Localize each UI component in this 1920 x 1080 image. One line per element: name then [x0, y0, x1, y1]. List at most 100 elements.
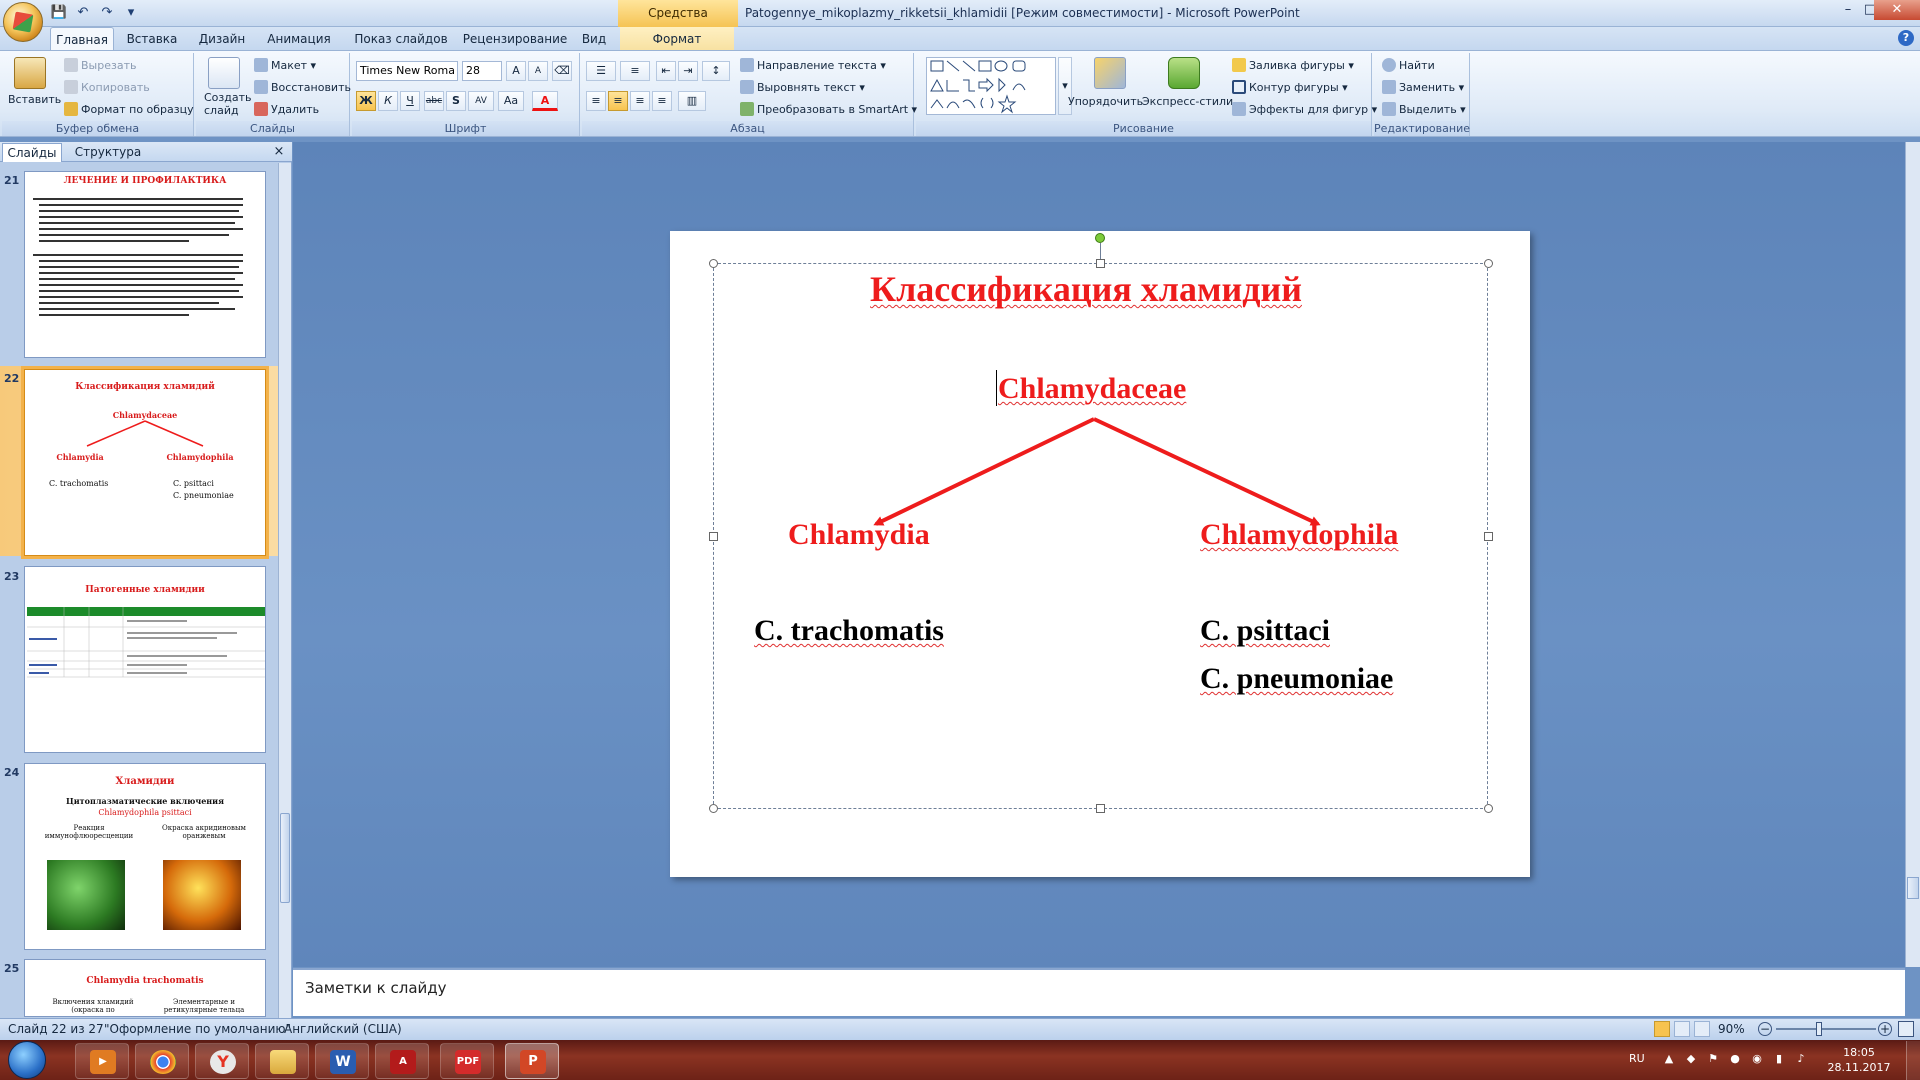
- tray-network-icon[interactable]: ▮: [1772, 1052, 1786, 1066]
- slides-pane-scrollbar[interactable]: [278, 163, 291, 1018]
- shrink-font-button[interactable]: A: [528, 61, 548, 81]
- resize-handle[interactable]: [1484, 259, 1493, 268]
- save-icon[interactable]: 💾: [50, 4, 68, 22]
- replace-button[interactable]: Заменить ▾: [1382, 79, 1464, 97]
- taskbar-chrome[interactable]: [135, 1043, 189, 1079]
- resize-handle[interactable]: [709, 804, 718, 813]
- change-case-button[interactable]: Aa: [498, 91, 524, 111]
- strikethrough-button[interactable]: abc: [424, 91, 444, 111]
- help-icon[interactable]: ?: [1898, 30, 1914, 46]
- align-left-icon[interactable]: ≡: [586, 91, 606, 111]
- tray-security-icon[interactable]: ◉: [1750, 1052, 1764, 1066]
- delete-slide-button[interactable]: Удалить: [254, 101, 319, 119]
- tab-review[interactable]: Рецензирование: [460, 27, 570, 51]
- tab-slideshow[interactable]: Показ слайдов: [346, 27, 456, 51]
- increase-indent-icon[interactable]: ⇥: [678, 61, 698, 81]
- layout-button[interactable]: Макет ▾: [254, 57, 316, 75]
- taskbar-acrobat[interactable]: A: [375, 1043, 429, 1079]
- zoom-in-icon[interactable]: +: [1878, 1022, 1892, 1036]
- taskbar-explorer[interactable]: [255, 1043, 309, 1079]
- resize-handle[interactable]: [1484, 804, 1493, 813]
- resize-handle[interactable]: [1096, 259, 1105, 268]
- reset-button[interactable]: Восстановить: [254, 79, 351, 97]
- tray-update-icon[interactable]: ●: [1728, 1052, 1742, 1066]
- columns-icon[interactable]: ▥: [678, 91, 706, 111]
- font-color-button[interactable]: A: [532, 91, 558, 111]
- tab-outline[interactable]: Структура: [66, 143, 150, 162]
- theme-name[interactable]: "Оформление по умолчанию": [104, 1021, 291, 1037]
- tab-animation[interactable]: Анимация: [258, 27, 340, 51]
- grow-font-button[interactable]: A: [506, 61, 526, 81]
- cut-button[interactable]: Вырезать: [64, 57, 136, 75]
- resize-handle[interactable]: [1096, 804, 1105, 813]
- zoom-level[interactable]: 90%: [1718, 1021, 1745, 1037]
- select-button[interactable]: Выделить ▾: [1382, 101, 1466, 119]
- resize-handle[interactable]: [709, 259, 718, 268]
- tray-volume-icon[interactable]: ♪: [1794, 1052, 1808, 1066]
- customize-qat-icon[interactable]: ▾: [122, 4, 140, 22]
- zoom-out-icon[interactable]: −: [1758, 1022, 1772, 1036]
- arrange-button[interactable]: Упорядочить: [1068, 93, 1143, 111]
- tab-slides[interactable]: Слайды: [2, 143, 62, 162]
- slide-thumbnail-25[interactable]: Chlamydia trachomatis Включения хламидий…: [24, 959, 266, 1017]
- tab-view[interactable]: Вид: [574, 27, 614, 51]
- close-button[interactable]: ✕: [1874, 0, 1920, 20]
- copy-button[interactable]: Копировать: [64, 79, 150, 97]
- taskbar-word[interactable]: W: [315, 1043, 369, 1079]
- slideshow-view-icon[interactable]: [1694, 1021, 1710, 1037]
- convert-smartart-button[interactable]: Преобразовать в SmartArt ▾: [740, 101, 917, 119]
- numbering-icon[interactable]: ≡: [620, 61, 650, 81]
- zoom-slider-thumb[interactable]: [1816, 1022, 1822, 1036]
- italic-button[interactable]: К: [378, 91, 398, 111]
- scroll-thumb[interactable]: [1907, 877, 1919, 899]
- find-button[interactable]: Найти: [1382, 57, 1435, 75]
- paste-button[interactable]: Вставить: [8, 91, 61, 109]
- font-size-combo[interactable]: 28: [462, 61, 502, 81]
- line-spacing-icon[interactable]: ↕: [702, 61, 730, 81]
- shape-effects-button[interactable]: Эффекты для фигур ▾: [1232, 101, 1377, 119]
- align-center-icon[interactable]: ≡: [608, 91, 628, 111]
- redo-icon[interactable]: ↷: [98, 4, 116, 22]
- shape-outline-button[interactable]: Контур фигуры ▾: [1232, 79, 1348, 97]
- slide-thumbnail-23[interactable]: Патогенные хламидии: [24, 566, 266, 753]
- bold-button[interactable]: Ж: [356, 91, 376, 111]
- start-button[interactable]: [8, 1041, 46, 1079]
- format-painter-button[interactable]: Формат по образцу: [64, 101, 194, 119]
- language-indicator[interactable]: Английский (США): [284, 1021, 402, 1037]
- show-desktop-button[interactable]: [1906, 1041, 1920, 1080]
- taskbar-pdf-viewer[interactable]: PDF: [440, 1043, 494, 1079]
- underline-button[interactable]: Ч: [400, 91, 420, 111]
- editor-scrollbar[interactable]: [1905, 142, 1920, 967]
- shapes-gallery[interactable]: [926, 57, 1056, 115]
- font-name-combo[interactable]: Times New Roma: [356, 61, 458, 81]
- system-clock[interactable]: 18:05 28.11.2017: [1820, 1045, 1898, 1075]
- tab-insert[interactable]: Вставка: [120, 27, 184, 51]
- rotate-handle[interactable]: [1095, 233, 1105, 243]
- zoom-slider[interactable]: [1776, 1028, 1876, 1030]
- tray-notification-icon[interactable]: ⚑: [1706, 1052, 1720, 1066]
- notes-pane[interactable]: Заметки к слайду: [293, 968, 1905, 1016]
- align-text-button[interactable]: Выровнять текст ▾: [740, 79, 865, 97]
- clear-format-icon[interactable]: ⌫: [552, 61, 572, 81]
- tray-dropbox-icon[interactable]: ◆: [1684, 1052, 1698, 1066]
- scroll-thumb[interactable]: [280, 813, 290, 903]
- taskbar-media-player[interactable]: ▶: [75, 1043, 129, 1079]
- tab-home[interactable]: Главная: [50, 27, 114, 51]
- resize-handle[interactable]: [1484, 532, 1493, 541]
- tray-antivirus-icon[interactable]: ▲: [1662, 1052, 1676, 1066]
- undo-icon[interactable]: ↶: [74, 4, 92, 22]
- keyboard-language[interactable]: RU: [1629, 1052, 1645, 1065]
- shadow-button[interactable]: S: [446, 91, 466, 111]
- tab-format[interactable]: Формат: [620, 27, 734, 51]
- fit-to-window-icon[interactable]: [1898, 1021, 1914, 1037]
- decrease-indent-icon[interactable]: ⇤: [656, 61, 676, 81]
- resize-handle[interactable]: [709, 532, 718, 541]
- char-spacing-button[interactable]: AV: [468, 91, 494, 111]
- align-right-icon[interactable]: ≡: [630, 91, 650, 111]
- shape-fill-button[interactable]: Заливка фигуры ▾: [1232, 57, 1354, 75]
- slide-thumbnail-22[interactable]: Классификация хламидий Chlamydaceae Chla…: [21, 366, 269, 559]
- taskbar-yandex[interactable]: Y: [195, 1043, 249, 1079]
- quick-styles-button[interactable]: Экспресс-стили: [1142, 93, 1233, 111]
- slide-sorter-icon[interactable]: [1674, 1021, 1690, 1037]
- new-slide-button[interactable]: Создать слайд: [204, 91, 254, 117]
